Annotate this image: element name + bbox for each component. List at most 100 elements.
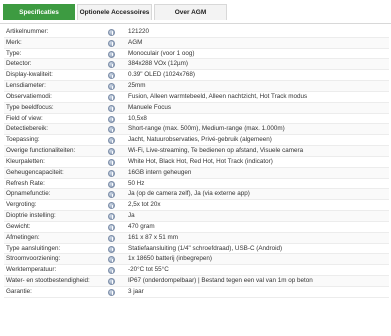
spec-row: Geheugencapaciteit: 16GB intern geheugen bbox=[4, 167, 389, 179]
spec-row: Dioptrie instelling: Ja bbox=[4, 211, 389, 222]
info-icon[interactable] bbox=[108, 72, 115, 80]
info-icon[interactable] bbox=[108, 245, 115, 253]
spec-value: White Hot, Black Hot, Red Hot, Hot Track… bbox=[128, 157, 273, 165]
spec-label: Type beeldfocus: bbox=[6, 103, 54, 111]
spec-value: 384x288 VOx (12µm) bbox=[128, 60, 188, 68]
spec-value: 10,5x8 bbox=[128, 114, 147, 122]
info-icon[interactable] bbox=[108, 104, 115, 112]
info-icon[interactable] bbox=[108, 234, 115, 242]
spec-row: Field of view: 10,5x8 bbox=[4, 114, 389, 125]
info-icon[interactable] bbox=[108, 137, 115, 145]
spec-row: Afmetingen: 161 x 87 x 51 mm bbox=[4, 232, 389, 244]
info-icon[interactable] bbox=[108, 126, 115, 134]
spec-value: 50 Hz bbox=[128, 179, 145, 187]
spec-label: Vergroting: bbox=[6, 201, 37, 209]
spec-value: Ja bbox=[128, 212, 135, 220]
spec-value: Short-range (max. 500m), Medium-range (m… bbox=[128, 125, 285, 133]
tab-optionele-accessoires[interactable]: Optionele Accessoires bbox=[77, 4, 152, 20]
info-icon[interactable] bbox=[108, 39, 115, 47]
spec-label: Stroomvoorziening: bbox=[6, 255, 61, 263]
info-icon[interactable] bbox=[108, 267, 115, 275]
spec-label: Kleurpaletten: bbox=[6, 157, 45, 165]
spec-row: Observatiemodi: Fusion, Alleen warmtebeel… bbox=[4, 92, 389, 103]
spec-value: 3 jaar bbox=[128, 287, 144, 295]
spec-label: Lensdiameter: bbox=[6, 82, 46, 90]
spec-row: Type aansluitingen: Statiefaansluiting (1… bbox=[4, 244, 389, 255]
spec-row: Merk: AGM bbox=[4, 37, 389, 49]
spec-row: Overige functionaliteiten: Wi-Fi, Live-st… bbox=[4, 146, 389, 157]
spec-row: Detector: 384x288 VOx (12µm) bbox=[4, 59, 389, 71]
spec-label: Toepassing: bbox=[6, 136, 40, 144]
spec-row: Garantie: 3 jaar bbox=[4, 287, 389, 298]
spec-row: Werktemperatuur: -20°C tot 55°C bbox=[4, 265, 389, 277]
spec-label: Merk: bbox=[6, 38, 22, 46]
spec-value: 470 gram bbox=[128, 222, 155, 230]
spec-row: Toepassing: Jacht, Natuurobservaties, Pri… bbox=[4, 135, 389, 147]
spec-row: Refresh Rate: 50 Hz bbox=[4, 179, 389, 190]
info-icon[interactable] bbox=[108, 169, 115, 177]
spec-row: Kleurpaletten: White Hot, Black Hot, Red … bbox=[4, 157, 389, 168]
info-icon[interactable] bbox=[108, 223, 115, 231]
spec-value: Ja (op de camera zelf), Ja (via externe … bbox=[128, 190, 250, 198]
info-icon[interactable] bbox=[108, 115, 115, 123]
spec-value: 25mm bbox=[128, 82, 146, 90]
spec-value: Fusion, Alleen warmtebeeld, Alleen nacht… bbox=[128, 92, 308, 100]
spec-value: AGM bbox=[128, 38, 143, 46]
tab-over-agm[interactable]: Over AGM bbox=[154, 4, 227, 20]
info-icon[interactable] bbox=[108, 213, 115, 221]
info-icon[interactable] bbox=[108, 191, 115, 199]
spec-value: 16GB intern geheugen bbox=[128, 168, 192, 176]
spec-value: IP67 (onderdompelbaar) | Bestand tegen e… bbox=[128, 277, 313, 285]
info-icon[interactable] bbox=[108, 256, 115, 264]
spec-value: Monoculair (voor 1 oog) bbox=[128, 49, 195, 57]
spec-label: Field of view: bbox=[6, 114, 43, 122]
info-icon[interactable] bbox=[108, 61, 115, 69]
spec-label: Detector: bbox=[6, 60, 32, 68]
spec-label: Observatiemodi: bbox=[6, 92, 52, 100]
spec-label: Artikelnummer: bbox=[6, 28, 49, 35]
info-icon[interactable] bbox=[108, 93, 115, 101]
spec-label: Geheugencapaciteit: bbox=[6, 168, 64, 176]
spec-row: Gewicht: 470 gram bbox=[4, 222, 389, 233]
spec-value: 121220 bbox=[128, 28, 150, 35]
tab-bar: Specificaties Optionele Accessoires Over… bbox=[0, 4, 391, 24]
spec-value: 0.39" OLED (1024x768) bbox=[128, 71, 195, 79]
info-icon[interactable] bbox=[108, 148, 115, 156]
spec-row: Artikelnummer: 121220 bbox=[4, 27, 389, 38]
spec-row: Opnamefunctie: Ja (op de camera zelf), Ja… bbox=[4, 189, 389, 201]
spec-label: Overige functionaliteiten: bbox=[6, 147, 76, 155]
info-icon[interactable] bbox=[108, 158, 115, 166]
spec-label: Type: bbox=[6, 49, 22, 57]
info-icon[interactable] bbox=[108, 50, 115, 58]
info-icon[interactable] bbox=[108, 278, 115, 286]
info-icon[interactable] bbox=[108, 180, 115, 188]
spec-row: Type beeldfocus: Manuele Focus bbox=[4, 102, 389, 114]
spec-row: Water- en stootbestendigheid: IP67 (onder… bbox=[4, 276, 389, 287]
spec-label: Dioptrie instelling: bbox=[6, 212, 56, 220]
spec-value: Manuele Focus bbox=[128, 103, 172, 111]
info-icon[interactable] bbox=[108, 83, 115, 91]
spec-value: 1x 18650 batterij (inbegrepen) bbox=[128, 255, 213, 263]
spec-label: Afmetingen: bbox=[6, 233, 40, 241]
spec-label: Opnamefunctie: bbox=[6, 190, 51, 198]
spec-row: Detectiebereik: Short-range (max. 500m), … bbox=[4, 124, 389, 136]
spec-label: Werktemperatuur: bbox=[6, 266, 57, 274]
spec-row: Stroomvoorziening: 1x 18650 batterij (inb… bbox=[4, 254, 389, 266]
specifications-table: Artikelnummer: 121220 Merk: AGM Type: Monocul… bbox=[4, 27, 389, 298]
info-icon[interactable] bbox=[108, 288, 115, 296]
info-icon[interactable] bbox=[108, 29, 115, 36]
spec-label: Type aansluitingen: bbox=[6, 244, 61, 252]
spec-row: Display-kwaliteit: 0.39" OLED (1024x768) bbox=[4, 70, 389, 82]
tab-divider bbox=[0, 23, 391, 24]
spec-value: Jacht, Natuurobservaties, Privé-gebruik … bbox=[128, 136, 272, 144]
tab-specificaties[interactable]: Specificaties bbox=[3, 4, 75, 20]
spec-label: Water- en stootbestendigheid: bbox=[6, 277, 90, 285]
spec-row: Vergroting: 2,5x tot 20x bbox=[4, 200, 389, 212]
spec-value: Wi-Fi, Live-streaming, Te bedienen op af… bbox=[128, 147, 304, 155]
info-icon[interactable] bbox=[108, 202, 115, 210]
spec-row: Type: Monoculair (voor 1 oog) bbox=[4, 49, 389, 60]
spec-row: Lensdiameter: 25mm bbox=[4, 81, 389, 92]
spec-label: Display-kwaliteit: bbox=[6, 71, 53, 79]
spec-value: -20°C tot 55°C bbox=[128, 266, 169, 274]
spec-label: Gewicht: bbox=[6, 222, 31, 230]
